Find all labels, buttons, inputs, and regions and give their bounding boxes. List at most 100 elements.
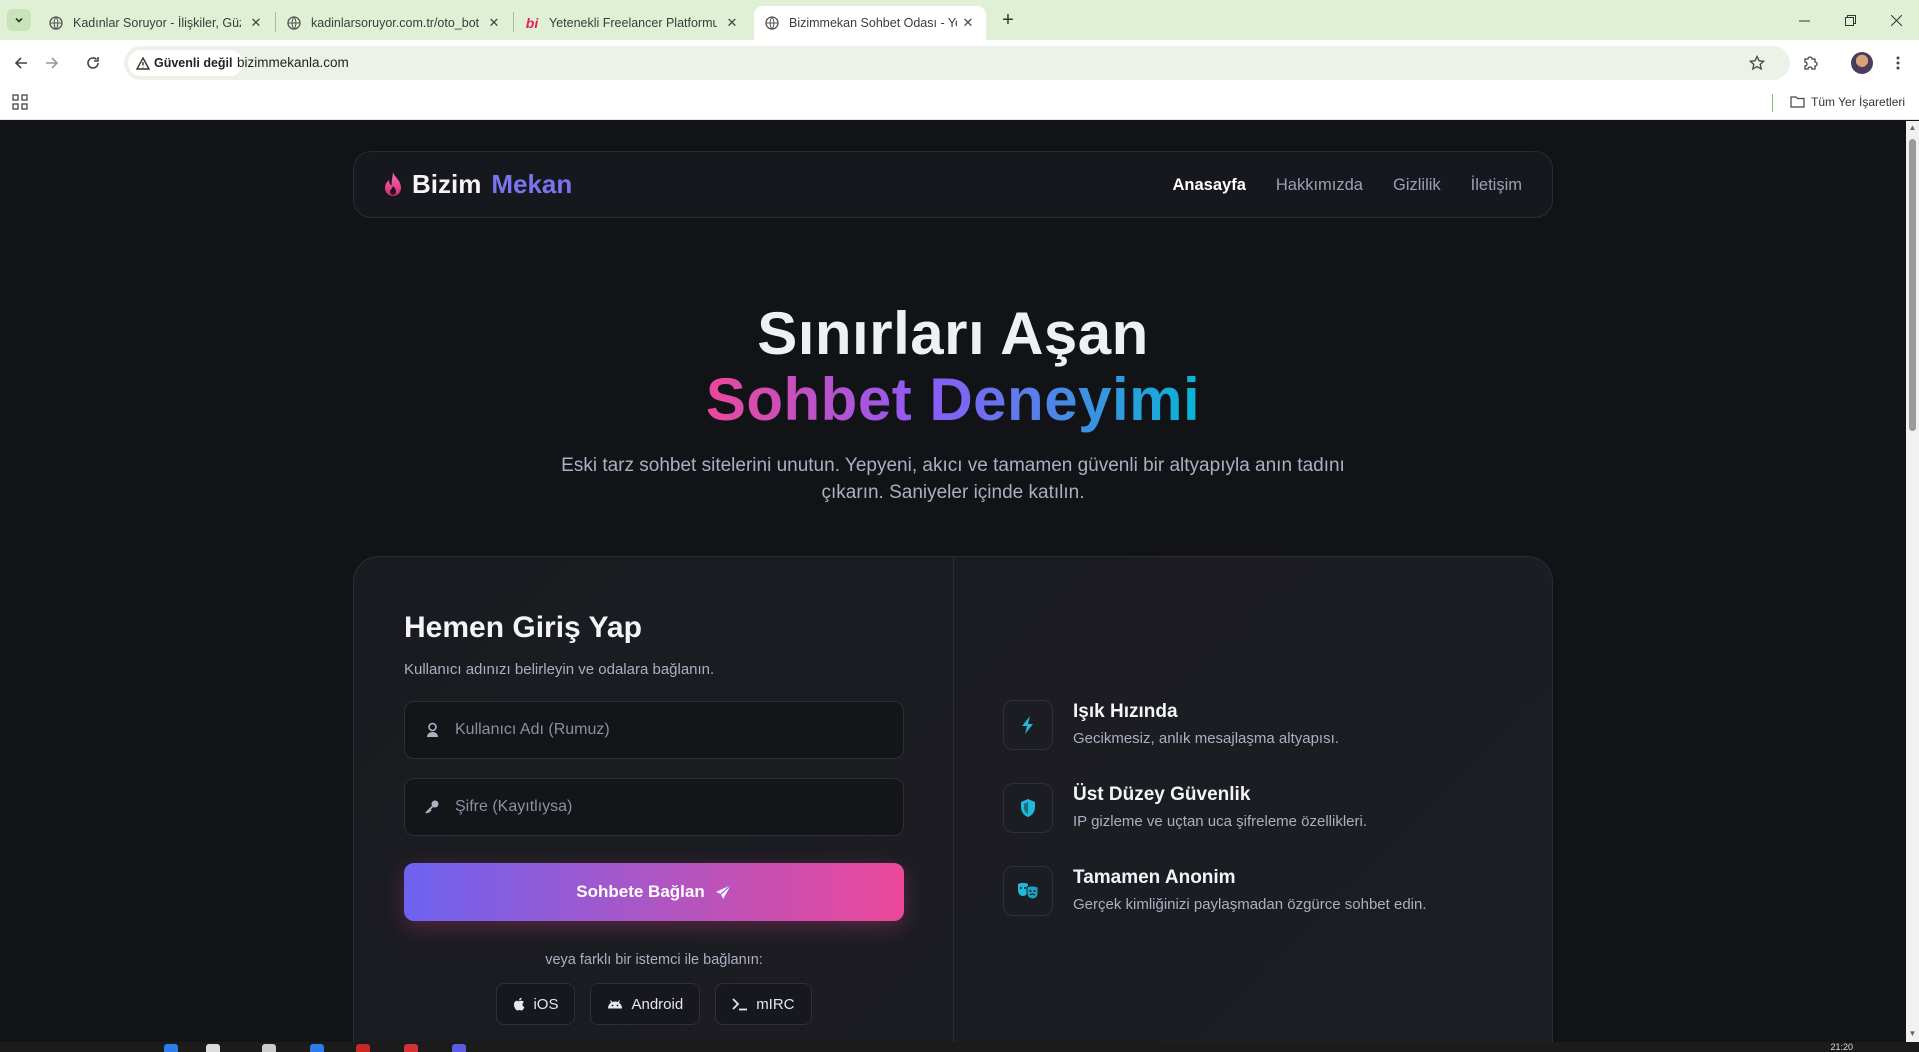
masks-icon (1003, 866, 1053, 916)
scroll-down-arrow-icon[interactable]: ▼ (1908, 1029, 1917, 1038)
shield-icon (1003, 783, 1053, 833)
hero-title-line-1: Sınırları Aşan (757, 300, 1149, 367)
feature-description: Gerçek kimliğinizi paylaşmadan özgürce s… (1073, 896, 1427, 913)
tab-strip: Kadınlar Soruyor - İlişkiler, Güzellik ✕… (0, 0, 1919, 40)
taskbar-app-icon[interactable] (404, 1044, 418, 1052)
os-taskbar (0, 1042, 1919, 1052)
minimize-icon (1798, 20, 1810, 21)
globe-icon (764, 15, 780, 31)
chevron-down-icon (15, 17, 23, 23)
menu-button[interactable] (1885, 50, 1911, 76)
restore-icon (1844, 14, 1856, 26)
web-page: Bizim Mekan Anasayfa Hakkımızda Gizlilik… (0, 121, 1906, 1042)
globe-icon (48, 15, 64, 31)
alternative-client-text: veya farklı bir istemci ile bağlanın: (545, 952, 763, 968)
nav-links: Anasayfa Hakkımızda Gizlilik İletişim (1173, 176, 1523, 195)
nav-privacy[interactable]: Gizlilik (1393, 176, 1441, 195)
logo-word-2: Mekan (491, 169, 573, 199)
nav-contact[interactable]: İletişim (1471, 176, 1522, 195)
arrow-left-icon (14, 57, 27, 69)
taskbar-app-icon[interactable] (452, 1044, 466, 1052)
bookmarks-bar: Tüm Yer İşaretleri (0, 86, 1919, 120)
feature-security: Üst Düzey Güvenlik IP gizleme ve uçtan u… (1003, 783, 1483, 843)
taskbar-app-icon[interactable] (262, 1044, 276, 1052)
tab-title: Bizimmekan Sohbet Odası - Yeni (789, 16, 957, 30)
feature-title: Üst Düzey Güvenlik (1073, 784, 1251, 805)
kebab-menu-icon (1896, 56, 1900, 70)
password-input[interactable] (455, 779, 885, 835)
username-input[interactable] (455, 702, 885, 758)
warning-icon (136, 56, 150, 70)
url-text[interactable]: bizimmekanla.com (237, 55, 349, 70)
apps-grid-icon[interactable] (12, 94, 28, 110)
tab-3[interactable]: bi Yetenekli Freelancer Platformu ✕ (514, 6, 750, 40)
tab-2[interactable]: kadinlarsoruyor.com.tr/oto_bot ✕ (276, 6, 512, 40)
apple-icon (514, 997, 525, 1011)
folder-icon (1790, 96, 1805, 108)
nav-home[interactable]: Anasayfa (1173, 176, 1246, 195)
profile-avatar[interactable] (1851, 52, 1873, 74)
taskbar-app-icon[interactable] (356, 1044, 370, 1052)
ios-client-button[interactable]: iOS (496, 983, 576, 1025)
password-field (404, 778, 904, 836)
close-icon[interactable]: ✕ (248, 15, 264, 31)
tab-search-button[interactable] (7, 9, 31, 31)
paper-plane-icon (715, 884, 732, 899)
terminal-icon (732, 998, 748, 1011)
tab-4-active[interactable]: Bizimmekan Sohbet Odası - Yeni ✕ (754, 6, 986, 40)
page-scrollbar[interactable]: ▲ ▼ (1906, 121, 1919, 1042)
close-window-button[interactable] (1873, 0, 1919, 40)
restore-button[interactable] (1827, 0, 1873, 40)
client-buttons: iOS Android mIRC (404, 983, 904, 1025)
feature-title: Işık Hızında (1073, 701, 1178, 722)
security-chip[interactable]: Güvenli değil (128, 50, 243, 76)
feature-description: Gecikmesiz, anlık mesajlaşma altyapısı. (1073, 730, 1339, 747)
login-title: Hemen Giriş Yap (404, 611, 642, 644)
site-navbar: Bizim Mekan Anasayfa Hakkımızda Gizlilik… (353, 151, 1553, 218)
close-icon[interactable]: ✕ (960, 15, 976, 31)
extensions-button[interactable] (1797, 50, 1823, 76)
connect-chat-button[interactable]: Sohbete Bağlan (404, 863, 904, 921)
logo-word-1: Bizim (412, 169, 482, 199)
site-logo[interactable]: Bizim Mekan (382, 169, 572, 200)
key-icon (423, 798, 441, 816)
feature-speed: Işık Hızında Gecikmesiz, anlık mesajlaşm… (1003, 700, 1483, 760)
bookmark-star-button[interactable] (1744, 50, 1770, 76)
bolt-icon (1003, 700, 1053, 750)
tab-title: Yetenekli Freelancer Platformu (549, 16, 717, 30)
tab-title: kadinlarsoruyor.com.tr/oto_bot (311, 16, 479, 30)
minimize-button[interactable] (1781, 0, 1827, 40)
arrow-right-icon (46, 57, 59, 69)
android-label: Android (631, 995, 684, 1013)
reload-icon (87, 57, 99, 69)
login-subtitle: Kullanıcı adınızı belirleyin ve odalara … (404, 661, 715, 678)
hero-title-line-2: Sohbet Deneyimi (0, 365, 1906, 434)
tab-title: Kadınlar Soruyor - İlişkiler, Güzellik (73, 16, 241, 30)
connect-chat-label: Sohbete Bağlan (576, 882, 705, 901)
taskbar-app-icon[interactable] (310, 1044, 324, 1052)
android-client-button[interactable]: Android (590, 983, 701, 1025)
mirc-client-button[interactable]: mIRC (715, 983, 812, 1025)
globe-icon (286, 15, 302, 31)
close-icon[interactable]: ✕ (486, 15, 502, 31)
scrollbar-thumb[interactable] (1909, 139, 1916, 431)
taskbar-app-icon[interactable] (206, 1044, 220, 1052)
address-bar[interactable]: Güvenli değil bizimmekanla.com (124, 46, 1790, 80)
taskbar-app-icon[interactable] (164, 1044, 178, 1052)
all-bookmarks-button[interactable]: Tüm Yer İşaretleri (1790, 95, 1905, 109)
tab-1[interactable]: Kadınlar Soruyor - İlişkiler, Güzellik ✕ (38, 6, 274, 40)
puzzle-icon (1804, 56, 1818, 70)
reload-button[interactable] (80, 50, 106, 76)
android-icon (608, 1000, 623, 1009)
ios-label: iOS (533, 995, 559, 1013)
browser-toolbar: Güvenli değil bizimmekanla.com (0, 40, 1919, 86)
close-icon[interactable]: ✕ (724, 15, 740, 31)
back-button[interactable] (8, 50, 34, 76)
feature-title: Tamamen Anonim (1073, 867, 1236, 888)
scroll-up-arrow-icon[interactable]: ▲ (1908, 123, 1917, 132)
forward-button[interactable] (39, 50, 65, 76)
flame-icon (385, 171, 401, 196)
nav-about[interactable]: Hakkımızda (1276, 176, 1363, 195)
bionluk-logo: bi (525, 15, 539, 31)
new-tab-button[interactable]: + (995, 7, 1021, 33)
